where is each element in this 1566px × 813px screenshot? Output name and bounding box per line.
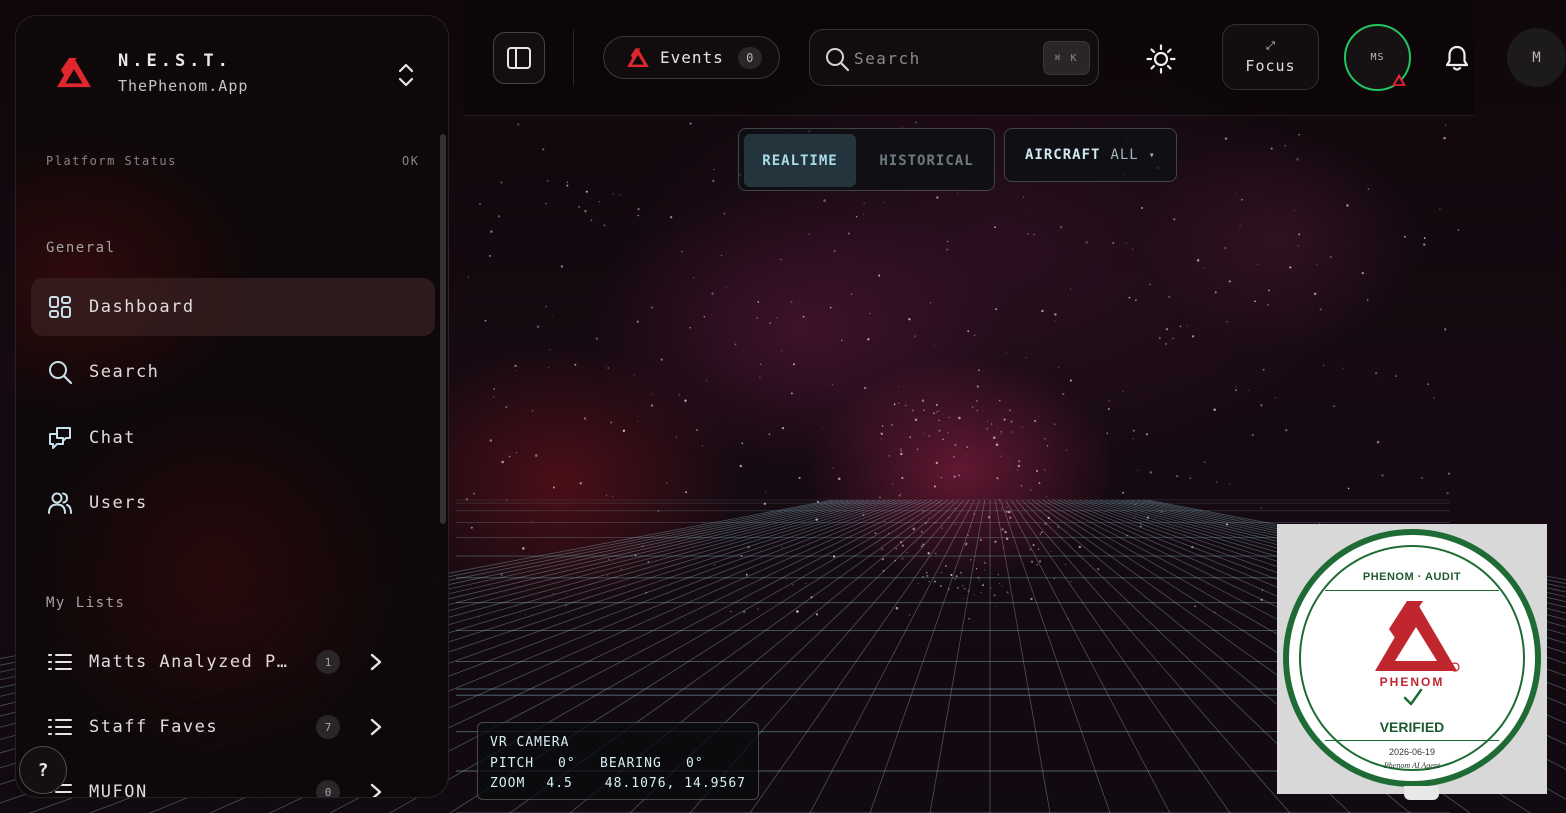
search-shortcut-hint: ⌘ K [1043, 41, 1090, 75]
general-section-title: General [46, 240, 116, 256]
historical-tab[interactable]: HISTORICAL [864, 134, 989, 187]
list-count-badge: 1 [316, 650, 340, 674]
list-item[interactable]: Matts Analyzed P… 1 [31, 637, 391, 687]
phenom-logo-icon [57, 57, 91, 88]
toggle-sidebar-button[interactable] [493, 32, 545, 84]
events-label: Events [660, 48, 724, 67]
sidebar-item-label: Search [89, 362, 160, 382]
audit-seal-panel: PHENOM · AUDIT PHENOM VERIFIED 2026-06-1… [1277, 524, 1547, 794]
chevron-right-icon [370, 783, 382, 797]
list-item[interactable]: MUFON 0 [31, 767, 391, 798]
dashboard-icon [49, 296, 71, 318]
notifications-button[interactable] [1437, 38, 1477, 78]
sidebar-item-dashboard[interactable]: Dashboard [31, 278, 435, 336]
sidebar-item-chat[interactable]: Chat [31, 409, 435, 467]
bearing-label: BEARING [600, 755, 662, 771]
camera-title: VR CAMERA [490, 735, 570, 750]
workspace-switcher-button[interactable] [394, 59, 418, 91]
time-mode-toggle: REALTIME HISTORICAL [738, 128, 995, 191]
camera-coordinates: 48.1076, 14.9567 [604, 776, 746, 791]
aircraft-filter-value: ALL [1110, 147, 1139, 163]
help-button[interactable]: ? [19, 746, 67, 794]
account-avatar[interactable]: M [1507, 28, 1566, 87]
user-avatar[interactable]: MS [1344, 24, 1411, 91]
seal-header: PHENOM · AUDIT [1362, 571, 1462, 583]
hidden-widget-tab[interactable] [1404, 786, 1439, 800]
camera-readout: VR CAMERA PITCH 0° BEARING 0° ZOOM 4.5 4… [477, 722, 759, 800]
seal-divider [1325, 740, 1499, 741]
list-item-label: MUFON [89, 782, 148, 798]
list-item-label: Matts Analyzed P… [89, 652, 289, 672]
list-icon [48, 719, 72, 735]
search-icon [49, 361, 73, 385]
search-input[interactable] [854, 44, 1034, 72]
seal-date: 2026-06-19 [1388, 747, 1436, 757]
chevron-down-icon: ▾ [1148, 149, 1156, 161]
grid-line [1015, 499, 1291, 813]
theme-toggle-button[interactable] [1140, 38, 1182, 80]
phenom-logo-icon [1392, 73, 1406, 86]
sidebar-item-label: Chat [89, 428, 136, 448]
sidebar-scrollbar[interactable] [440, 134, 446, 524]
my-lists-section-title: My Lists [46, 595, 126, 611]
account-initial: M [1532, 49, 1541, 66]
chat-icon [49, 427, 71, 449]
grid-line [994, 499, 1051, 813]
toolbar-divider [573, 30, 574, 86]
aircraft-filter-key: AIRCRAFT [1025, 147, 1101, 163]
phenom-logo-icon [627, 47, 649, 67]
sidebar-item-search[interactable]: Search [31, 343, 435, 401]
zoom-value: 4.5 [546, 776, 573, 791]
chevron-up-down-icon [398, 63, 414, 87]
sidebar-item-label: Dashboard [89, 297, 195, 317]
sidebar-item-label: Users [89, 493, 148, 513]
focus-mode-button[interactable]: ⤢ Focus [1222, 24, 1319, 90]
grid-line [1010, 499, 1231, 813]
platform-status-label: Platform Status [46, 154, 177, 168]
grid-line [809, 499, 975, 813]
aircraft-filter-dropdown[interactable]: AIRCRAFT ALL ▾ [1004, 128, 1177, 182]
bearing-value: 0° [686, 755, 704, 771]
focus-label: Focus [1245, 56, 1296, 75]
audit-seal: PHENOM · AUDIT PHENOM VERIFIED 2026-06-1… [1283, 529, 1541, 787]
list-count-badge: 0 [316, 780, 340, 797]
chevron-right-icon [370, 653, 382, 671]
list-item-label: Staff Faves [89, 717, 219, 737]
events-button[interactable]: Events 0 [603, 36, 780, 79]
list-count-badge: 7 [316, 715, 340, 739]
brand-name: N.E.S.T. [118, 51, 232, 71]
list-icon [48, 654, 72, 670]
pitch-label: PITCH [490, 755, 535, 771]
grid-line [749, 499, 970, 813]
sun-icon [1146, 44, 1176, 74]
global-search[interactable]: ⌘ K [809, 29, 1099, 86]
expand-icon: ⤢ [1266, 38, 1275, 52]
zoom-label: ZOOM [490, 776, 526, 791]
pitch-value: 0° [558, 755, 576, 771]
grid-line [929, 499, 986, 813]
seal-agent: Phenom AI Agent [1383, 761, 1441, 770]
seal-status: VERIFIED [1379, 719, 1445, 735]
platform-status-value: OK [402, 154, 420, 168]
chevron-right-icon [370, 718, 382, 736]
bell-icon [1445, 45, 1469, 71]
list-item[interactable]: Staff Faves 7 [31, 702, 391, 752]
seal-divider [1325, 590, 1499, 591]
phenom-logo-icon [1375, 601, 1460, 672]
search-icon [826, 48, 850, 72]
sidebar-item-users[interactable]: Users [31, 474, 435, 532]
sidebar-panel-icon [507, 47, 531, 69]
checkmark-icon [1403, 688, 1423, 706]
grid-line [1000, 499, 1111, 813]
realtime-tab[interactable]: REALTIME [744, 134, 856, 187]
grid-line [869, 499, 980, 813]
brand-subtitle: ThePhenom.App [118, 77, 249, 95]
users-icon [48, 492, 72, 514]
events-count-badge: 0 [737, 46, 762, 69]
sidebar: N.E.S.T. ThePhenom.App Platform Status O… [15, 15, 449, 798]
grid-line [1005, 499, 1171, 813]
user-initials: MS [1370, 52, 1385, 63]
